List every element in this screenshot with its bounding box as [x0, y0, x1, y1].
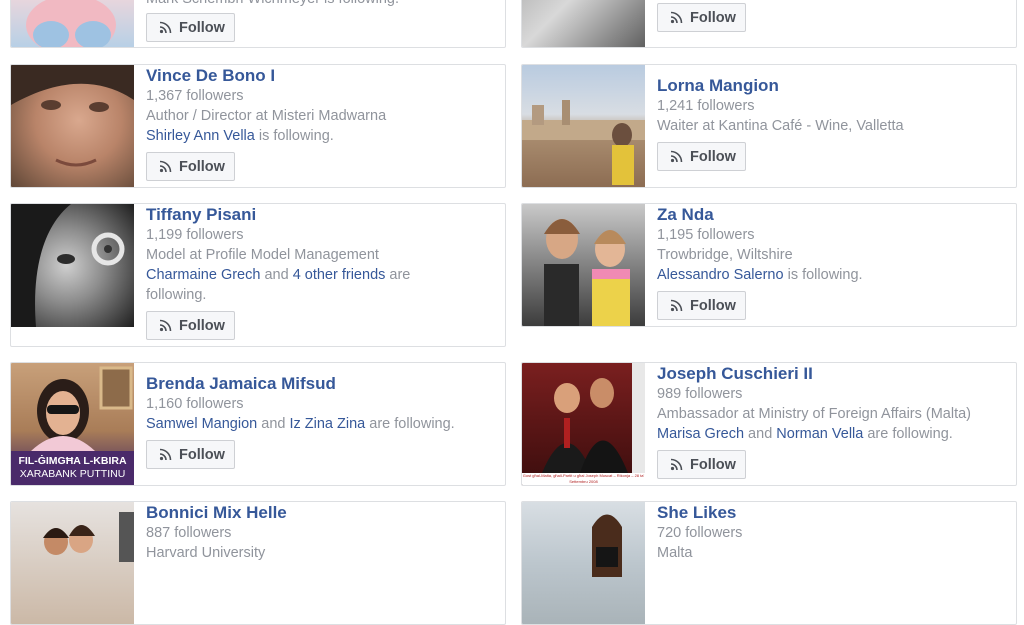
person-name[interactable]: Za Nda: [657, 205, 1008, 225]
person-name[interactable]: She Likes: [657, 503, 1008, 523]
person-name[interactable]: Vince De Bono I: [146, 66, 497, 86]
friend-link[interactable]: Alessandro Salerno: [657, 267, 784, 283]
person-card: Bonnici Mix Helle 887 followers Harvard …: [10, 501, 506, 625]
follow-label: Follow: [179, 446, 225, 463]
follower-count: 887 followers: [146, 525, 232, 541]
friend-link[interactable]: 4 other friends: [293, 267, 386, 283]
rss-icon: [159, 21, 172, 34]
profile-photo[interactable]: [11, 0, 134, 47]
person-card: Vince De Bono I 1,367 followers Author /…: [10, 64, 506, 188]
person-card: She Likes 720 followers Malta: [521, 501, 1017, 625]
person-name[interactable]: Brenda Jamaica Mifsud: [146, 374, 497, 394]
friend-link[interactable]: Shirley Ann Vella: [146, 128, 255, 144]
follow-label: Follow: [690, 297, 736, 314]
education-info: Harvard University: [146, 545, 266, 561]
location-info: Malta: [657, 545, 693, 561]
profile-photo[interactable]: [522, 0, 645, 47]
rss-icon: [670, 299, 683, 312]
profile-photo[interactable]: [522, 204, 645, 326]
profile-photo[interactable]: [522, 65, 645, 187]
following-note: Mark Schembri Wichmeyer is following.: [146, 0, 399, 9]
profile-photo[interactable]: [11, 502, 134, 624]
person-name[interactable]: Joseph Cuschieri II: [657, 364, 1008, 384]
photo-caption: FIL-ĠIMGĦA L-KBIRA XARABANK PUTTINU: [11, 451, 134, 485]
follower-count: 1,160 followers: [146, 396, 244, 412]
rss-icon: [670, 150, 683, 163]
follow-button[interactable]: Follow: [657, 450, 746, 479]
friend-link[interactable]: Marisa Grech: [657, 426, 744, 442]
follow-button[interactable]: Follow: [657, 291, 746, 320]
rss-icon: [159, 319, 172, 332]
profile-photo[interactable]: Gost għal-Malta, għall-Partit u għal Jos…: [522, 363, 645, 485]
profile-photo[interactable]: FIL-ĠIMGĦA L-KBIRA XARABANK PUTTINU: [11, 363, 134, 485]
follow-label: Follow: [690, 148, 736, 165]
follow-button[interactable]: Follow: [146, 152, 235, 181]
mutual-following: Marisa Grech and Norman Vella are follow…: [657, 426, 953, 442]
person-card: FIL-ĠIMGĦA L-KBIRA XARABANK PUTTINU Bren…: [10, 362, 506, 486]
profile-photo[interactable]: [11, 204, 134, 327]
rss-icon: [670, 458, 683, 471]
mutual-following: Shirley Ann Vella is following.: [146, 128, 334, 144]
mutual-following: Charmaine Grech and 4 other friends are …: [146, 267, 411, 303]
person-card: Lorna Mangion 1,241 followers Waiter at …: [521, 64, 1017, 188]
follower-count: 720 followers: [657, 525, 743, 541]
person-card-top-left: Mark Schembri Wichmeyer is following. Fo…: [10, 0, 506, 48]
person-card: Gost għal-Malta, għall-Partit u għal Jos…: [521, 362, 1017, 486]
follow-label: Follow: [179, 158, 225, 175]
rss-icon: [159, 448, 172, 461]
person-card-top-right: Follow: [521, 0, 1017, 48]
friend-link[interactable]: Charmaine Grech: [146, 267, 260, 283]
person-card: Tiffany Pisani 1,199 followers Model at …: [10, 203, 506, 347]
follow-label: Follow: [690, 9, 736, 26]
work-info: Waiter at Kantina Café - Wine, Valletta: [657, 118, 904, 134]
person-name[interactable]: Bonnici Mix Helle: [146, 503, 497, 523]
follow-button[interactable]: Follow: [146, 440, 235, 469]
location-info: Trowbridge, Wiltshire: [657, 247, 793, 263]
follower-count: 1,367 followers: [146, 88, 244, 104]
follow-label: Follow: [690, 456, 736, 473]
person-name[interactable]: Tiffany Pisani: [146, 205, 497, 225]
rss-icon: [670, 11, 683, 24]
follow-button[interactable]: Follow: [657, 142, 746, 171]
friend-link[interactable]: Iz Zina Zina: [289, 416, 365, 432]
follow-label: Follow: [179, 317, 225, 334]
person-name[interactable]: Lorna Mangion: [657, 76, 1008, 96]
work-info: Ambassador at Ministry of Foreign Affair…: [657, 406, 972, 422]
follower-count: 1,199 followers: [146, 227, 244, 243]
mutual-following: Samwel Mangion and Iz Zina Zina are foll…: [146, 416, 455, 432]
profile-photo[interactable]: [522, 502, 645, 624]
work-info: Author / Director at Misteri Madwarna: [146, 108, 387, 124]
profile-photo[interactable]: [11, 65, 134, 187]
friend-link[interactable]: Samwel Mangion: [146, 416, 257, 432]
rss-icon: [159, 160, 172, 173]
mutual-following: Alessandro Salerno is following.: [657, 267, 863, 283]
follow-label: Follow: [179, 19, 225, 36]
work-info: Model at Profile Model Management: [146, 247, 379, 263]
person-card: Za Nda 1,195 followers Trowbridge, Wilts…: [521, 203, 1017, 327]
follower-count: 1,195 followers: [657, 227, 755, 243]
photo-caption: Gost għal-Malta, għall-Partit u għal Jos…: [522, 473, 645, 485]
follow-button[interactable]: Follow: [146, 311, 235, 340]
follow-button[interactable]: Follow: [657, 3, 746, 32]
friend-link[interactable]: Norman Vella: [776, 426, 863, 442]
follow-button[interactable]: Follow: [146, 13, 235, 42]
follower-count: 1,241 followers: [657, 98, 755, 114]
follower-count: 989 followers: [657, 386, 743, 402]
